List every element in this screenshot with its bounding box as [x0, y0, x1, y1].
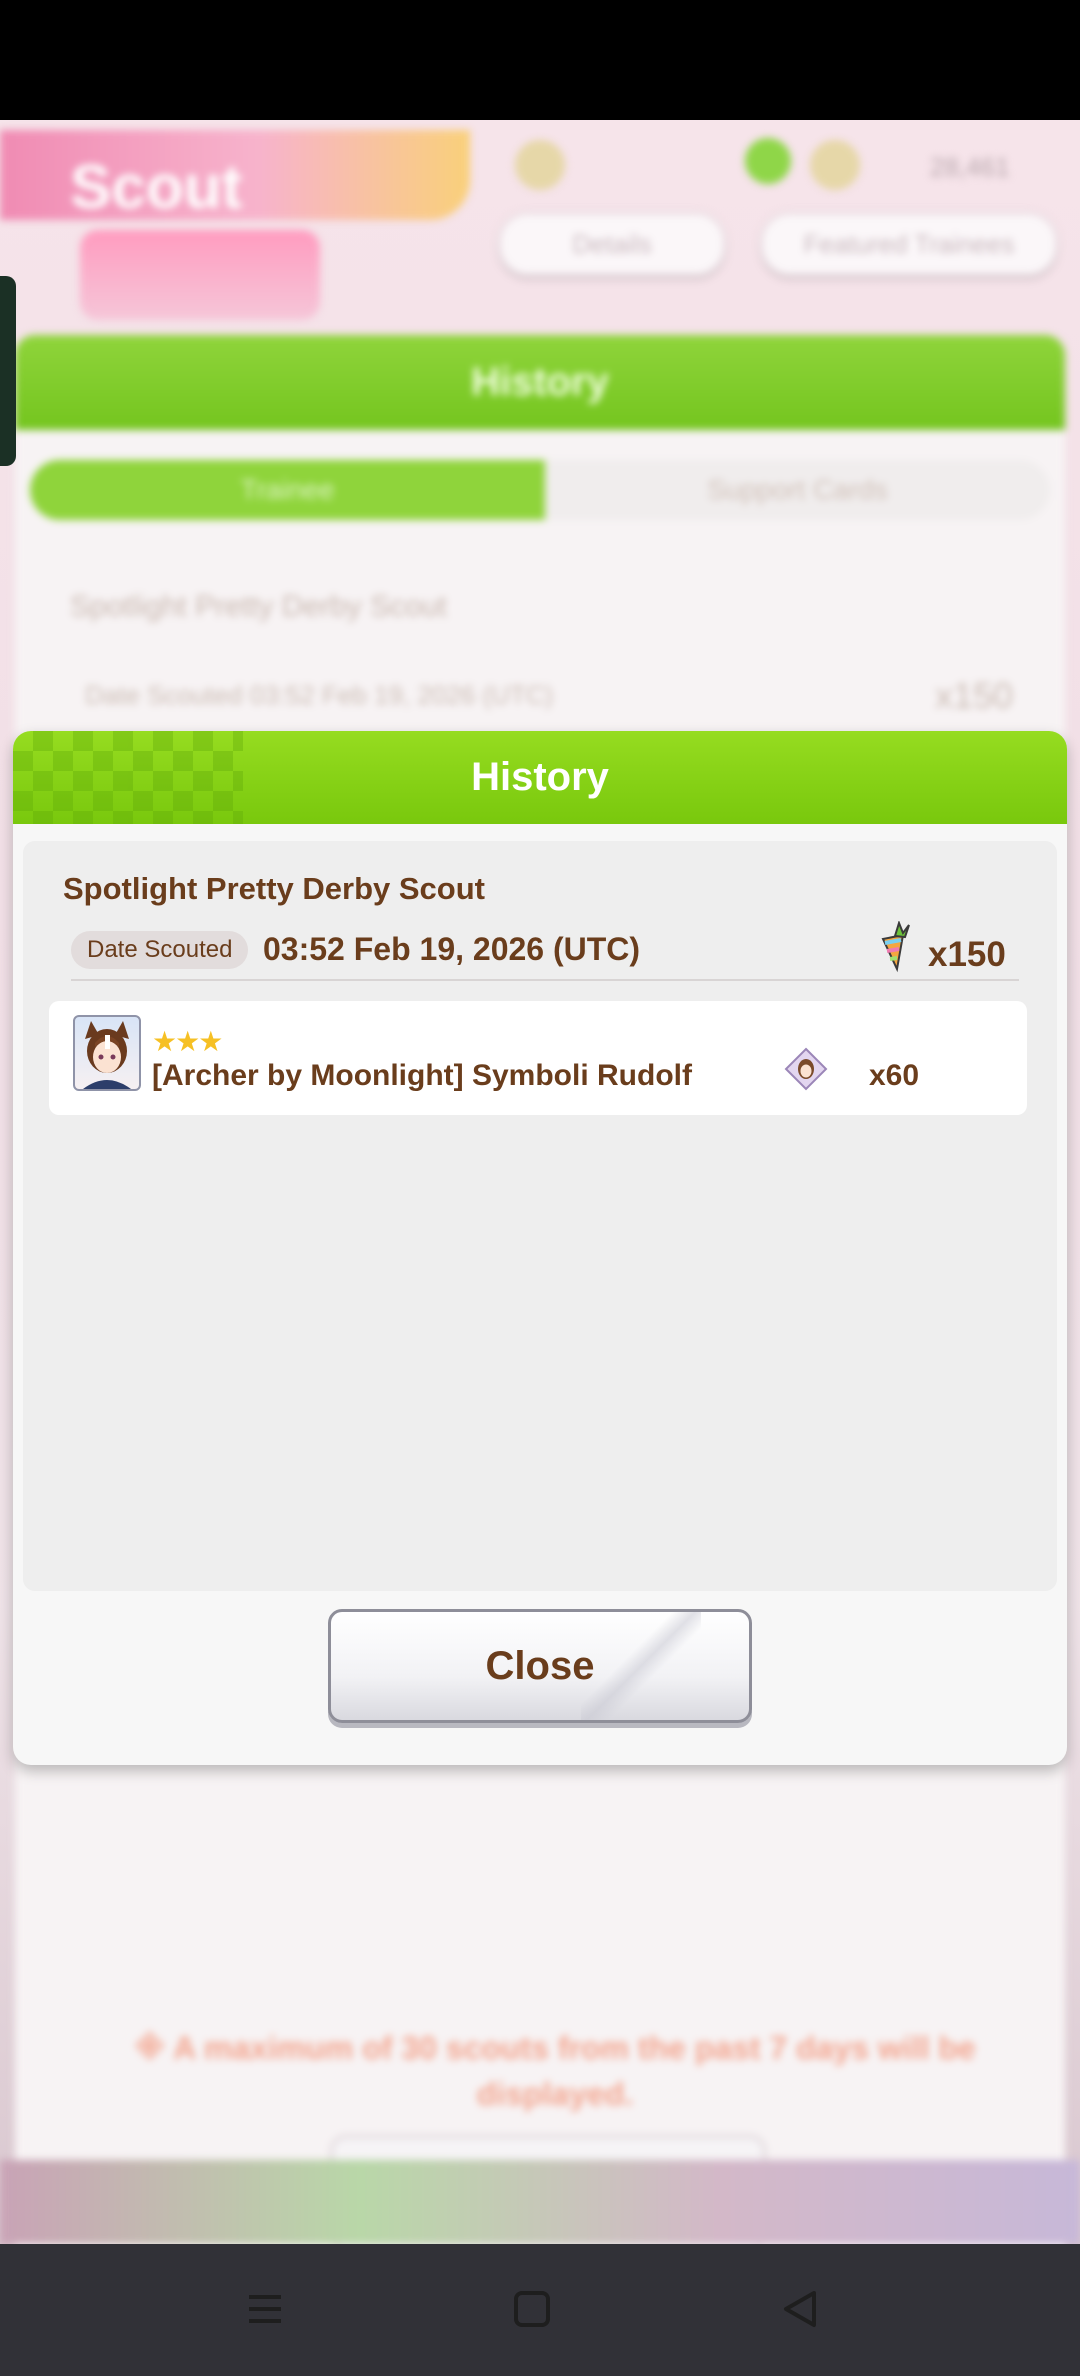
- tab-support-cards[interactable]: Support Cards: [545, 460, 1050, 520]
- rarity-stars: ★★★: [152, 1026, 223, 1057]
- status-bar: [0, 0, 1080, 120]
- history-tabs: Trainee Support Cards: [30, 460, 1050, 520]
- tab-trainee[interactable]: Trainee: [30, 460, 545, 520]
- history-modal: History Spotlight Pretty Derby Scout Dat…: [13, 731, 1067, 1765]
- details-button[interactable]: Details: [498, 212, 726, 276]
- result-row: ★★★ [Archer by Moonlight] Symboli Rudolf…: [49, 1001, 1027, 1115]
- modal-header: History: [13, 731, 1067, 824]
- background-panel-title: History: [15, 335, 1065, 430]
- close-button-label: Close: [485, 1643, 595, 1688]
- button-sheen: [581, 1612, 701, 1720]
- close-button[interactable]: Close: [328, 1609, 752, 1723]
- featured-trainees-button[interactable]: Featured Trainees: [760, 212, 1058, 276]
- top-currency-bar: 28,461: [510, 130, 1050, 200]
- bottom-menu-strip: [0, 2160, 1080, 2244]
- scout-name: Spotlight Pretty Derby Scout: [63, 871, 485, 906]
- scout-cost-count: x150: [928, 935, 1006, 974]
- back-triangle-icon[interactable]: [765, 2274, 835, 2344]
- scout-title: Scout: [70, 153, 243, 222]
- add-icon[interactable]: [745, 138, 791, 184]
- background-entry-title: Spotlight Pretty Derby Scout: [70, 590, 447, 623]
- carrot-ticket-icon: [873, 919, 917, 973]
- date-scouted-value: 03:52 Feb 19, 2026 (UTC): [263, 931, 641, 967]
- jewel-icon: [810, 140, 860, 190]
- divider: [71, 979, 1019, 981]
- character-piece-icon: [784, 1047, 828, 1091]
- trainee-name: [Archer by Moonlight] Symboli Rudolf: [152, 1059, 692, 1092]
- trainee-avatar: [73, 1015, 141, 1091]
- menu-icon[interactable]: [230, 2274, 300, 2344]
- jewel-icon: [515, 140, 565, 190]
- home-square-icon[interactable]: [497, 2274, 567, 2344]
- history-note: ※ A maximum of 30 scouts from the past 7…: [134, 2030, 976, 2112]
- background-entry-count: x150: [935, 675, 1014, 716]
- currency-count: 28,461: [930, 152, 1010, 182]
- side-tab: [0, 276, 16, 466]
- background-entry-date: Date Scouted 03:52 Feb 19, 2026 (UTC): [85, 680, 554, 710]
- date-scouted-badge: Date Scouted: [71, 931, 249, 969]
- navigation-bar: [0, 2244, 1080, 2376]
- scout-banner: Scout: [0, 130, 470, 222]
- modal-title: History: [471, 755, 609, 799]
- piece-count: x60: [869, 1059, 920, 1092]
- banner-thumbnail: [80, 230, 320, 320]
